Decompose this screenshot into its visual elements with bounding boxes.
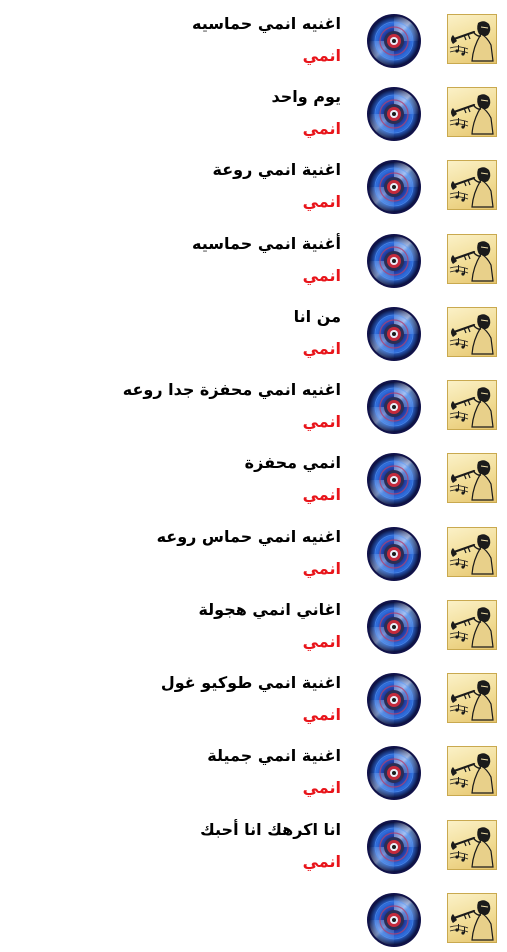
- cd-disc-icon: [366, 672, 422, 728]
- cd-disc-icon: [366, 452, 422, 508]
- song-title: اغنية انمي طوكيو غول: [160, 673, 341, 692]
- cd-disc-icon: [366, 745, 422, 801]
- list-item[interactable]: اغنيه انمي حماس روعه انمي: [0, 513, 507, 586]
- trumpet-player-icon: [447, 746, 497, 796]
- song-category: انمي: [302, 339, 341, 358]
- trumpet-player-icon: [447, 893, 497, 943]
- list-item[interactable]: [0, 879, 507, 952]
- song-title: أغنية انمي حماسيه: [192, 234, 341, 253]
- trumpet-player-icon: [447, 453, 497, 503]
- list-item[interactable]: اغنية انمي روعة انمي: [0, 146, 507, 219]
- trumpet-player-icon: [447, 673, 497, 723]
- trumpet-player-icon: [447, 820, 497, 870]
- song-title: اغنية انمي جميلة: [207, 746, 341, 765]
- song-category: انمي: [302, 852, 341, 871]
- song-title: انا اكرهك انا أحبك: [200, 820, 341, 839]
- song-category: انمي: [302, 778, 341, 797]
- cd-disc-icon: [366, 526, 422, 582]
- list-item[interactable]: من انا انمي: [0, 293, 507, 366]
- trumpet-player-icon: [447, 160, 497, 210]
- list-item[interactable]: اغنيه انمي محفزة جدا روعه انمي: [0, 366, 507, 439]
- cd-disc-icon: [366, 819, 422, 875]
- list-item[interactable]: أغنية انمي حماسيه انمي: [0, 220, 507, 293]
- cd-disc-icon: [366, 379, 422, 435]
- song-title: اغنيه انمي محفزة جدا روعه: [122, 380, 341, 399]
- list-item[interactable]: اغنيه انمي حماسيه انمي: [0, 0, 507, 73]
- song-title: انمي محفزة: [244, 453, 341, 472]
- song-category: انمي: [302, 266, 341, 285]
- song-title: من انا: [293, 307, 341, 326]
- cd-disc-icon: [366, 233, 422, 289]
- song-category: انمي: [302, 559, 341, 578]
- trumpet-player-icon: [447, 14, 497, 64]
- song-category: انمي: [302, 192, 341, 211]
- list-item[interactable]: اغنية انمي جميلة انمي: [0, 732, 507, 805]
- song-title: اغنيه انمي حماسيه: [192, 14, 341, 33]
- trumpet-player-icon: [447, 234, 497, 284]
- trumpet-player-icon: [447, 307, 497, 357]
- cd-disc-icon: [366, 159, 422, 215]
- song-title: اغنية انمي روعة: [212, 160, 341, 179]
- song-title: يوم واحد: [271, 87, 341, 106]
- song-category: انمي: [302, 119, 341, 138]
- song-title: اغنيه انمي حماس روعه: [156, 527, 341, 546]
- cd-disc-icon: [366, 13, 422, 69]
- song-category: انمي: [302, 705, 341, 724]
- song-category: انمي: [302, 46, 341, 65]
- trumpet-player-icon: [447, 380, 497, 430]
- list-item[interactable]: يوم واحد انمي: [0, 73, 507, 146]
- trumpet-player-icon: [447, 600, 497, 650]
- song-category: انمي: [302, 632, 341, 651]
- list-item[interactable]: اغاني انمي هجولة انمي: [0, 586, 507, 659]
- cd-disc-icon: [366, 86, 422, 142]
- cd-disc-icon: [366, 306, 422, 362]
- cd-disc-icon: [366, 892, 422, 948]
- trumpet-player-icon: [447, 87, 497, 137]
- cd-disc-icon: [366, 599, 422, 655]
- list-item[interactable]: اغنية انمي طوكيو غول انمي: [0, 659, 507, 732]
- trumpet-player-icon: [447, 527, 497, 577]
- song-category: انمي: [302, 485, 341, 504]
- song-list: اغنيه انمي حماسيه انمي يوم واحد انمي اغن…: [0, 0, 507, 947]
- list-item[interactable]: انمي محفزة انمي: [0, 439, 507, 512]
- list-item[interactable]: انا اكرهك انا أحبك انمي: [0, 806, 507, 879]
- song-title: اغاني انمي هجولة: [198, 600, 341, 619]
- song-category: انمي: [302, 412, 341, 431]
